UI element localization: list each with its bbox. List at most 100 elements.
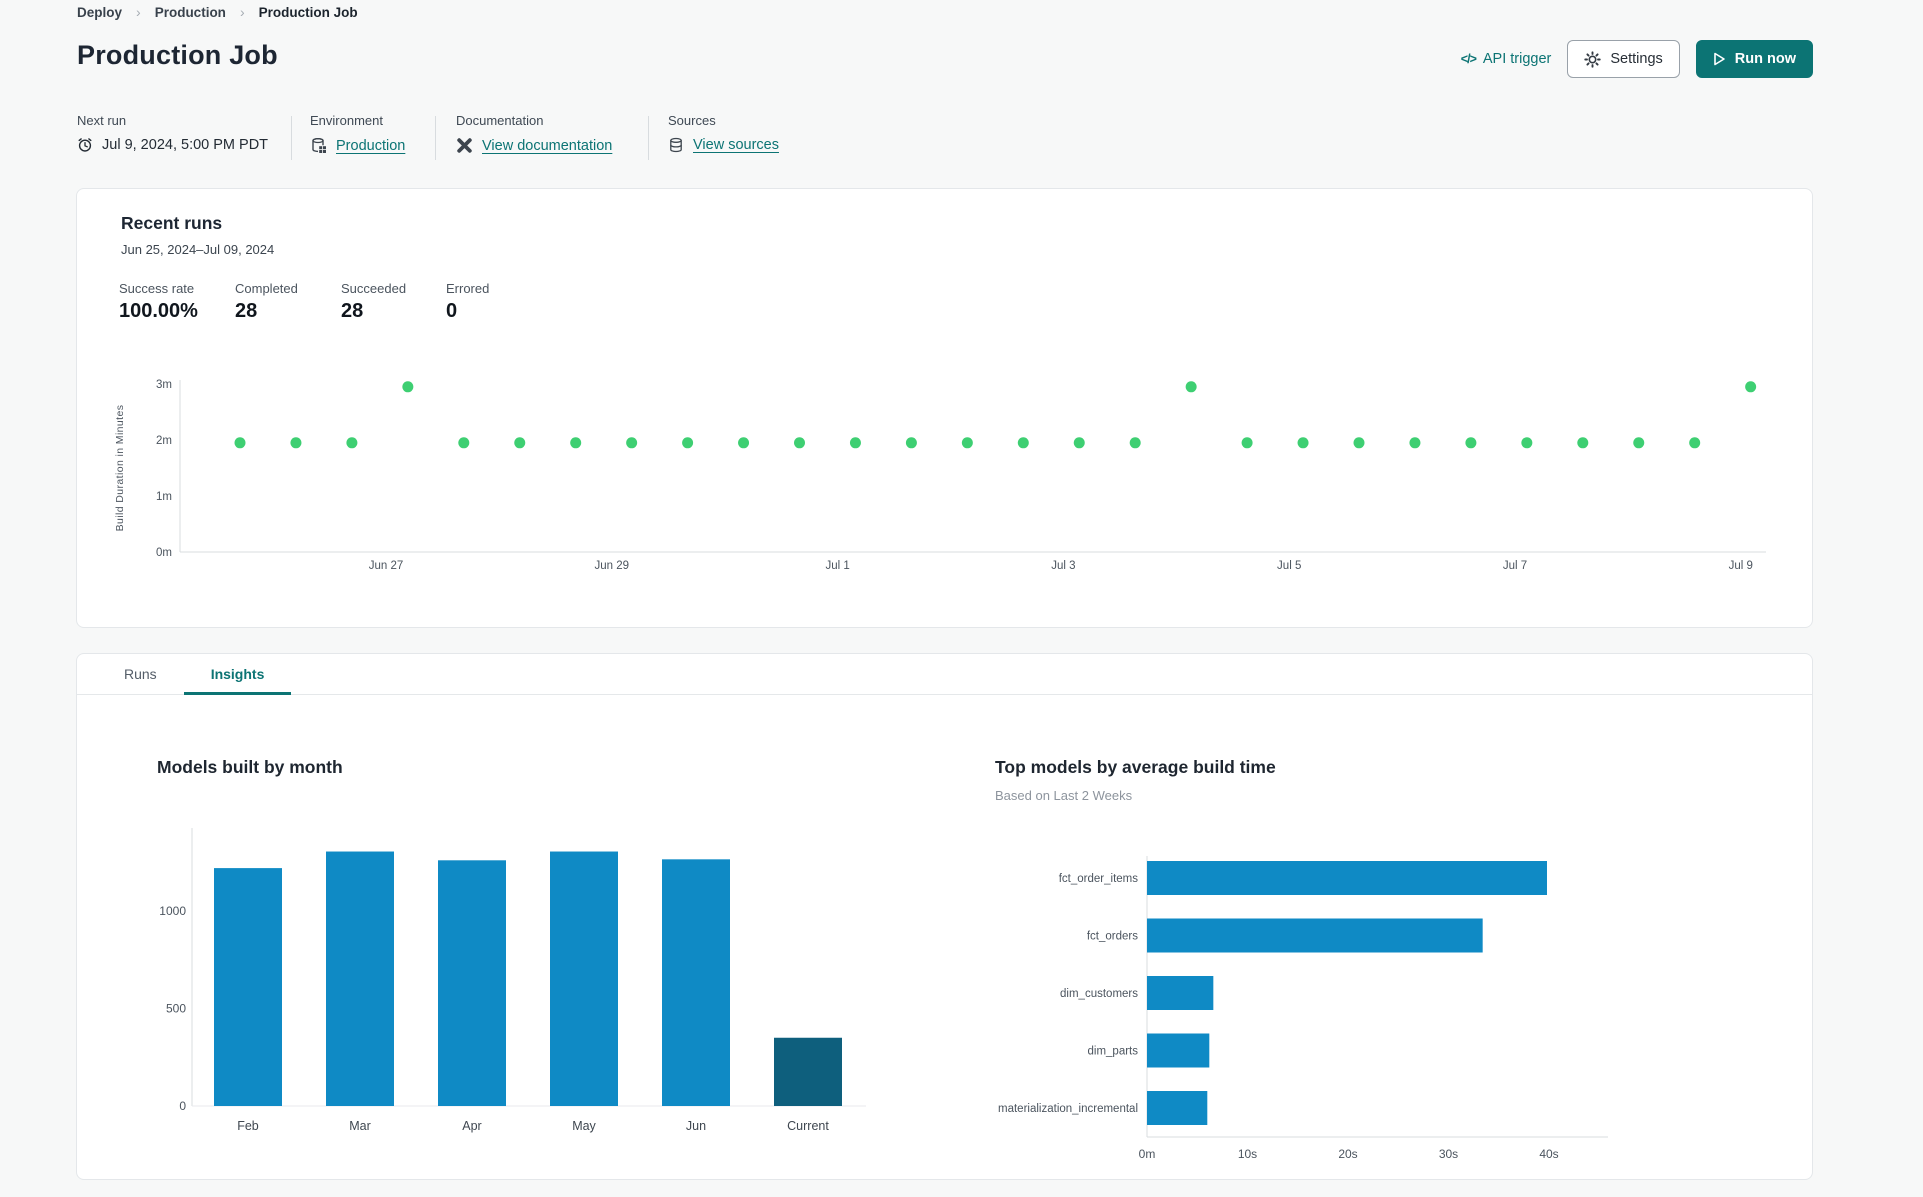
run-duration-point[interactable] [346,437,358,449]
run-duration-point[interactable] [905,437,917,449]
documentation-label: Documentation [456,113,544,128]
play-icon [1713,52,1726,66]
x-tick-label: Jul 5 [1277,560,1301,572]
info-sources: Sources View sources [668,113,779,153]
run-duration-point[interactable] [1297,437,1309,449]
sources-label: Sources [668,113,716,128]
run-duration-point[interactable] [514,437,526,449]
build-time-bar [1147,1091,1208,1125]
run-duration-point[interactable] [849,437,861,449]
build-time-bar [1147,861,1547,895]
next-run-value: Jul 9, 2024, 5:00 PM PDT [102,137,269,153]
y-tick-label: 1m [156,491,172,503]
settings-button[interactable]: Settings [1567,40,1680,78]
category-label: Current [787,1119,829,1133]
stat-success-rate: Success rate 100.00% [119,281,198,322]
y-tick-label: 2m [156,435,172,447]
x-tick-label: 30s [1439,1147,1458,1161]
category-label: Mar [349,1119,371,1133]
model-name-label: fct_order_items [1059,873,1139,885]
environment-link[interactable]: Production [336,138,405,154]
models-built-bar-chart: 0 500 1000 Feb Mar Apr May Jun Current [159,828,866,1133]
models-built-chart-title: Models built by month [157,757,343,777]
tab-bar: Runs Insights [77,654,1812,695]
top-models-chart-title: Top models by average build time [995,757,1276,777]
sources-database-icon [668,137,684,153]
model-name-label: dim_parts [1088,1046,1139,1058]
gear-icon [1584,50,1602,68]
build-time-hbar-chart: fct_order_items fct_orders dim_customersdi… [998,856,1608,1161]
divider [291,116,292,160]
info-environment: Environment Production [310,113,405,154]
recent-runs-stats: Success rate 100.00% Completed 28 Succee… [119,281,489,323]
environment-database-icon [310,137,327,154]
month-bar [550,851,618,1106]
run-duration-point[interactable] [1521,437,1533,449]
view-sources-link[interactable]: View sources [693,137,779,153]
run-duration-point[interactable] [1353,437,1365,449]
month-bar [774,1037,842,1106]
x-tick-label: Jun 27 [369,560,404,572]
divider [435,116,436,160]
month-bar [214,868,282,1106]
run-duration-point[interactable] [1129,437,1141,449]
y-tick-label: 500 [166,1002,186,1016]
tab-insights[interactable]: Insights [183,654,292,695]
x-tick-label: Jul 7 [1503,560,1527,572]
api-trigger-link[interactable]: </> API trigger [1461,51,1552,67]
month-bar [662,859,730,1106]
breadcrumb-production[interactable]: Production [155,5,226,20]
run-duration-point[interactable] [794,437,805,449]
breadcrumb-separator-icon: › [136,4,141,20]
breadcrumb: Deploy › Production › Production Job [77,4,358,20]
breadcrumb-deploy[interactable]: Deploy [77,5,122,20]
page-title: Production Job [77,40,278,70]
run-duration-point[interactable] [1073,437,1085,449]
run-duration-point[interactable] [682,437,694,449]
job-info-bar: Next run Jul 9, 2024, 5:00 PM PDT Enviro… [0,113,1923,165]
run-duration-point[interactable] [1241,437,1253,449]
month-bar [326,851,394,1106]
header-actions: </> API trigger Settings Run now [1461,40,1813,78]
run-duration-point[interactable] [1465,437,1477,449]
recent-runs-date-range: Jun 25, 2024–Jul 09, 2024 [121,242,275,257]
alarm-clock-icon [77,137,93,153]
run-duration-point[interactable] [290,437,302,449]
view-documentation-link[interactable]: View documentation [482,138,612,154]
run-duration-point[interactable] [1185,381,1197,393]
environment-label: Environment [310,113,383,128]
run-duration-point[interactable] [1745,381,1757,393]
run-duration-point[interactable] [1409,437,1421,449]
build-time-bar [1147,918,1483,953]
run-now-button[interactable]: Run now [1695,40,1813,78]
run-duration-point[interactable] [961,437,973,449]
run-duration-point[interactable] [1577,437,1589,449]
run-duration-point[interactable] [402,381,414,393]
run-duration-point[interactable] [1633,437,1645,449]
category-label: Feb [237,1119,259,1133]
y-tick-label: 1000 [159,904,186,918]
run-duration-point[interactable] [626,437,638,449]
api-trigger-label: API trigger [1482,51,1552,67]
tab-runs[interactable]: Runs [97,654,184,694]
breadcrumb-separator-icon: › [239,4,245,20]
model-name-label: dim_customers [1060,988,1138,1000]
x-tick-label: Jul 9 [1729,560,1753,572]
top-models-chart-subtitle: Based on Last 2 Weeks [995,788,1133,803]
info-documentation: Documentation View documentation [456,113,612,154]
run-duration-point[interactable] [738,437,750,449]
run-duration-point[interactable] [1017,437,1029,449]
model-name-label: fct_orders [1087,931,1138,943]
y-axis-title: Build Duration in Minutes [114,405,126,532]
run-duration-point[interactable] [458,437,470,449]
model-name-label: materialization_incremental [998,1103,1138,1115]
run-duration-point[interactable] [570,437,582,449]
y-tick-label: 0 [179,1099,186,1113]
run-duration-point[interactable] [234,437,246,449]
build-time-bar [1147,976,1214,1010]
build-duration-scatter-chart: Build Duration in Minutes 0m 1m 2m 3m Jun 27 J… [114,379,1766,572]
category-label: Jun [686,1119,706,1133]
run-duration-point[interactable] [1689,437,1701,449]
y-tick-label: 3m [156,379,172,391]
run-now-label: Run now [1734,51,1796,67]
